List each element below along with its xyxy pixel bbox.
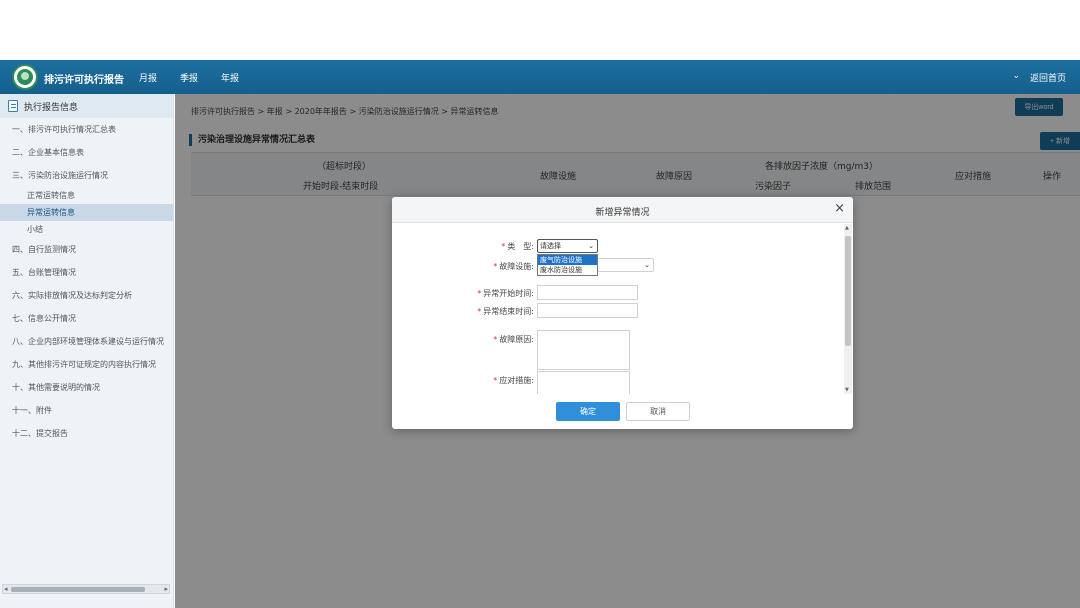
- fault-reason-textarea[interactable]: [537, 330, 630, 370]
- start-time-input[interactable]: [537, 285, 638, 300]
- confirm-button[interactable]: 确定: [556, 402, 620, 421]
- type-label: * 类 型:: [501, 242, 534, 251]
- fault-facility-label: * 故障设施:: [493, 262, 534, 271]
- sidebar-title: 执行报告信息: [24, 102, 79, 113]
- sidebar-item-emission-analysis[interactable]: 六、实际排放情况及达标判定分析: [0, 284, 173, 307]
- end-time-label: * 异常结束时间:: [477, 307, 534, 316]
- type-option-exhaust[interactable]: 废气防治设施: [538, 255, 597, 265]
- sidebar-menu: 一、排污许可执行情况汇总表 二、企业基本信息表 三、污染防治设施运行情况 正常运…: [0, 118, 173, 445]
- sidebar-subitem-summary[interactable]: 小结: [0, 221, 173, 238]
- dialog-footer: 确定 取消: [392, 395, 853, 429]
- dialog-vertical-scrollbar[interactable]: ▲ ▼: [844, 224, 852, 394]
- app-window: 排污许可执行报告 月报 季报 年报 ⌄ 返回首页 执行报告信息 一、排污许可执行…: [0, 0, 1080, 608]
- scrollbar-thumb[interactable]: [11, 587, 145, 592]
- scroll-down-icon[interactable]: ▼: [845, 387, 849, 393]
- sidebar-item-ledger[interactable]: 五、台账管理情况: [0, 261, 173, 284]
- chevron-down-icon: ⌄: [588, 242, 594, 250]
- start-time-label: * 异常开始时间:: [477, 289, 534, 298]
- app-title: 排污许可执行报告: [44, 75, 124, 86]
- sidebar-item-self-monitoring[interactable]: 四、自行监测情况: [0, 238, 173, 261]
- logo-icon: [12, 64, 38, 90]
- scroll-up-icon[interactable]: ▲: [845, 225, 849, 231]
- type-option-wastewater[interactable]: 废水防治设施: [538, 265, 597, 275]
- sidebar-item-facility-operation[interactable]: 三、污染防治设施运行情况: [0, 164, 173, 187]
- sidebar-header[interactable]: 执行报告信息: [0, 94, 173, 118]
- header-right: ⌄ 返回首页: [1012, 71, 1066, 84]
- sidebar-item-basic-info[interactable]: 二、企业基本信息表: [0, 141, 173, 164]
- chevron-down-icon[interactable]: ⌄: [1012, 71, 1020, 84]
- type-dropdown-list: 废气防治设施 废水防治设施: [537, 254, 598, 276]
- document-icon: [8, 100, 18, 112]
- dialog-body: * 类 型: 请选择 ⌄ * 故障设施: ⌄ 废气防治设施 废水防治设施 * 异常开始时…: [392, 224, 853, 394]
- chevron-down-icon: ⌄: [644, 261, 650, 269]
- sidebar: 执行报告信息 一、排污许可执行情况汇总表 二、企业基本信息表 三、污染防治设施运…: [0, 94, 174, 608]
- sidebar-horizontal-scrollbar[interactable]: ◂ ▸: [2, 584, 170, 594]
- type-select[interactable]: 请选择 ⌄: [537, 239, 598, 253]
- cancel-button[interactable]: 取消: [626, 402, 690, 421]
- fault-reason-label: * 故障原因:: [493, 335, 534, 344]
- sidebar-item-disclosure[interactable]: 七、信息公开情况: [0, 307, 173, 330]
- close-icon[interactable]: ×: [834, 202, 845, 216]
- sidebar-subitem-normal[interactable]: 正常运转信息: [0, 187, 173, 204]
- sidebar-subitem-abnormal[interactable]: 异常运转信息: [0, 204, 173, 221]
- sidebar-item-other-provisions[interactable]: 九、其他排污许可证规定的内容执行情况: [0, 353, 173, 376]
- add-abnormal-dialog: 新增异常情况 × * 类 型: 请选择 ⌄ * 故障设施: ⌄ 废气防治设施 废水防治…: [392, 197, 853, 429]
- measures-textarea[interactable]: [537, 371, 630, 394]
- dialog-title: 新增异常情况: [595, 208, 650, 218]
- scroll-left-icon[interactable]: ◂: [4, 585, 8, 594]
- sidebar-item-submit[interactable]: 十二、提交报告: [0, 422, 173, 445]
- top-navbar: 排污许可执行报告 月报 季报 年报 ⌄ 返回首页: [0, 60, 1080, 94]
- sidebar-item-management-system[interactable]: 八、企业内部环境管理体系建设与运行情况: [0, 330, 173, 353]
- scroll-right-icon[interactable]: ▸: [164, 585, 168, 594]
- dialog-header: 新增异常情况 ×: [392, 197, 853, 223]
- nav-annual[interactable]: 年报: [221, 71, 239, 84]
- nav-monthly[interactable]: 月报: [139, 71, 157, 84]
- end-time-input[interactable]: [537, 303, 638, 318]
- scrollbar-thumb[interactable]: [845, 236, 851, 346]
- back-home-link[interactable]: 返回首页: [1030, 71, 1066, 84]
- measures-label: * 应对措施:: [493, 376, 534, 385]
- sidebar-item-summary[interactable]: 一、排污许可执行情况汇总表: [0, 118, 173, 141]
- sidebar-item-other-notes[interactable]: 十、其他需要说明的情况: [0, 376, 173, 399]
- sidebar-item-attachments[interactable]: 十一、附件: [0, 399, 173, 422]
- nav-quarterly[interactable]: 季报: [180, 71, 198, 84]
